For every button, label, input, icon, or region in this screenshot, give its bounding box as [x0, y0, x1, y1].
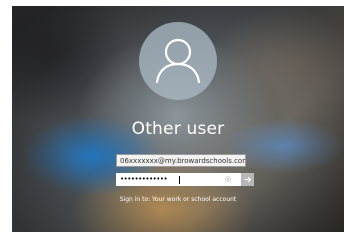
user-icon — [155, 38, 201, 84]
password-field[interactable]: ••••••••••••• ◎ — [116, 173, 241, 186]
eye-icon[interactable]: ◎ — [225, 174, 231, 185]
password-masked-value: ••••••••••••• — [120, 175, 168, 183]
windows-sign-in-screen: Other user 06xxxxxxx@my.browardschools.c… — [12, 6, 344, 232]
text-caret — [179, 176, 180, 184]
username-field[interactable]: 06xxxxxxx@my.browardschools.com — [116, 154, 246, 167]
arrow-right-icon — [244, 176, 252, 183]
submit-button[interactable] — [241, 173, 254, 186]
username-value: 06xxxxxxx@my.browardschools.com — [120, 157, 246, 165]
user-avatar — [139, 22, 217, 100]
user-display-name: Other user — [131, 119, 225, 139]
sign-in-to-label: Sign in to: Your work or school account — [119, 196, 237, 203]
screen: Other user 06xxxxxxx@my.browardschools.c… — [0, 0, 357, 244]
